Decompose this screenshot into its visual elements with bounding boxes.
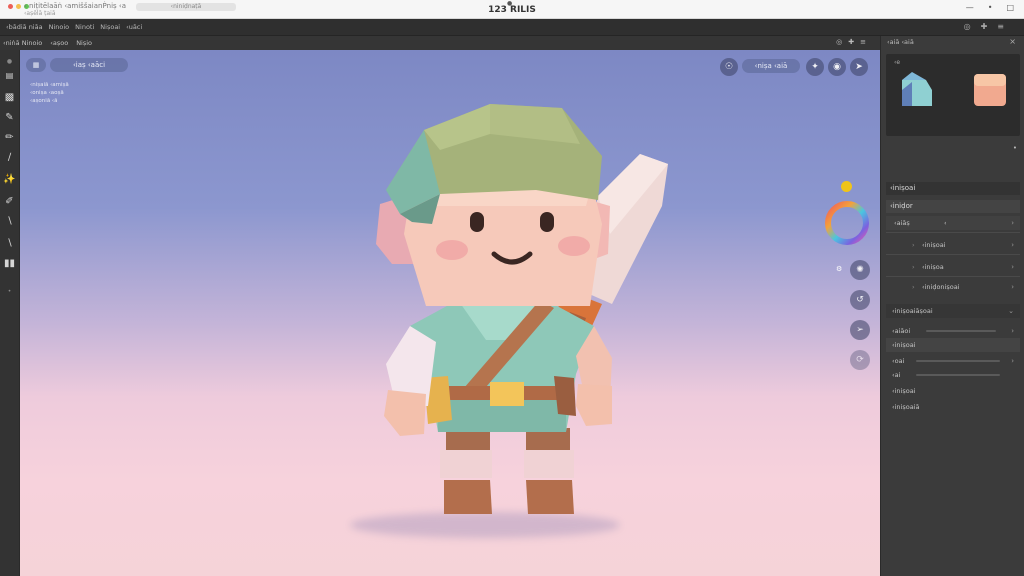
chevron-right-icon: ›	[1011, 357, 1014, 365]
add-icon[interactable]: ✚	[981, 22, 988, 31]
property-slider[interactable]: ‹aiāoi ›	[886, 324, 1020, 338]
close-panel-icon[interactable]: ×	[1009, 37, 1016, 46]
menu-icon[interactable]: ≡	[860, 38, 866, 46]
chevron-right-icon: ›	[1011, 241, 1014, 249]
property-slider[interactable]: ‹oai ›	[886, 354, 1020, 368]
title-bar-right-icons: — • □	[966, 3, 1014, 12]
pan-icon[interactable]: ◉	[828, 58, 846, 76]
property-dropdown[interactable]: ‹iniṣoaiāṣoai ⌄	[886, 304, 1020, 318]
list-item[interactable]: › ‹iniḍoniṣoai ›	[886, 280, 1020, 294]
material-preview[interactable]: ‹e	[886, 54, 1020, 136]
menu-item[interactable]: ‹uāci	[126, 23, 142, 31]
brush-icon[interactable]: ✎	[2, 110, 17, 126]
menu-icon[interactable]: ≡	[997, 22, 1004, 31]
pen-icon[interactable]: ✏	[2, 130, 17, 146]
slider-track[interactable]	[916, 360, 1000, 362]
measure-icon[interactable]: ∖	[2, 236, 17, 252]
minus-icon[interactable]: —	[966, 3, 974, 12]
property-field[interactable]: ‹iniṣoai	[886, 384, 1020, 398]
torso	[410, 300, 594, 432]
preview-settings-icon[interactable]: •	[1013, 144, 1017, 152]
modifiers-section-header[interactable]: ‹iniṣoai	[886, 182, 1020, 195]
view-options-label: ‹niṣa ‹aiā	[754, 62, 788, 70]
expand-arrow-icon: ›	[912, 263, 915, 271]
viewport-info: ‹niṣaiā ‹amiṣā	[30, 82, 69, 88]
chevron-right-icon: ›	[1011, 283, 1014, 291]
divider	[886, 276, 1020, 277]
menu-item[interactable]: Ninoti	[75, 23, 94, 31]
menu-item[interactable]: Niṣoai	[100, 23, 120, 31]
list-item[interactable]: ‹aiāṣ ‹ ›	[886, 216, 1020, 230]
undo-icon[interactable]: ↺	[850, 290, 870, 310]
property-field[interactable]: ‹ai	[886, 368, 1020, 382]
redo-icon[interactable]: ➢	[850, 320, 870, 340]
window-title: 123 RILIS	[488, 5, 536, 15]
chevron-right-icon: ›	[1011, 263, 1014, 271]
target-icon[interactable]: ◎	[964, 22, 971, 31]
view-mode-item[interactable]: ‹niṅā Ninoio	[3, 39, 42, 47]
move-icon[interactable]: ▩	[2, 90, 17, 106]
view-mode-item[interactable]: ‹aṣoo	[50, 39, 68, 47]
menu-bar: ‹bādiā niāa Ninoio Ninoti Niṣoai ‹uāci ◎…	[0, 19, 1024, 36]
property-field[interactable]: ‹iniṣoai	[886, 338, 1020, 352]
pipette-icon[interactable]: ✐	[2, 194, 17, 210]
viewport-info: ‹oniṣa ‹aoṣā	[30, 90, 64, 96]
legs	[440, 428, 574, 514]
shading-mode-button[interactable]: ‹iaṣ ‹aāci	[50, 58, 128, 72]
target-icon[interactable]: ◎	[836, 38, 842, 46]
character-model[interactable]	[340, 94, 680, 534]
orbit-icon[interactable]: ☉	[720, 58, 738, 76]
menu-item[interactable]: Ninoio	[49, 23, 70, 31]
zoom-icon[interactable]: ➤	[850, 58, 868, 76]
blue-material-swatch[interactable]	[896, 70, 936, 110]
knife-icon[interactable]: ∕	[2, 150, 17, 166]
peach-material-swatch[interactable]	[970, 70, 1010, 110]
add-icon[interactable]: ✚	[848, 38, 854, 46]
select-icon[interactable]: ▤	[2, 68, 17, 84]
slider-track[interactable]	[926, 330, 996, 332]
material-section-header[interactable]: ‹iniḍor	[886, 200, 1020, 213]
view-toggle-button[interactable]: ▦	[26, 58, 46, 72]
list-item[interactable]: › ‹iniṣoai ›	[886, 238, 1020, 252]
camera-icon[interactable]: ✦	[806, 58, 824, 76]
list-item[interactable]: › ‹iniṣoa ›	[886, 260, 1020, 274]
chevron-right-icon: ›	[1011, 327, 1014, 335]
current-color-swatch[interactable]	[841, 181, 852, 192]
left-toolbar: ● ▤ ▩ ✎ ✏ ∕ ✨ ✐ ∖ ∖ ▮▮ •	[0, 50, 20, 576]
lasso-icon[interactable]: ✺	[850, 260, 870, 280]
expand-arrow-icon: ›	[912, 241, 915, 249]
chevron-down-icon: ⌄	[1008, 307, 1014, 315]
divider	[886, 254, 1020, 255]
color-wheel[interactable]	[822, 198, 872, 248]
menu-item[interactable]: ‹bādiā niāa	[6, 23, 43, 31]
panel-header: ‹aiā ‹aiā	[887, 38, 914, 46]
window-title-bar: ‹ niṭitēlaāṅ ‹amiššaianṖniṣ ‹a ‹aṣēlā ṭa…	[0, 0, 1024, 19]
settings-icon[interactable]: ⚙	[836, 265, 842, 273]
reset-icon[interactable]: ⟳	[850, 350, 870, 370]
view-options-button[interactable]: ‹niṣa ‹aiā	[742, 59, 800, 73]
viewport-info: ‹aṣoniā ‹ā	[30, 98, 58, 104]
grid-icon: ▦	[32, 61, 40, 69]
more-icon[interactable]: •	[2, 284, 17, 300]
expand-arrow-icon: ›	[912, 283, 915, 291]
view-mode-item[interactable]: Niṣio	[76, 39, 92, 47]
library-icon[interactable]: ▮▮	[2, 256, 17, 272]
shading-mode-label: ‹iaṣ ‹aāci	[72, 61, 106, 69]
3d-viewport[interactable]: ▦ ‹iaṣ ‹aāci ‹niṣaiā ‹amiṣā ‹oniṣa ‹aoṣā…	[20, 50, 880, 576]
right-panel: ‹aiā ‹aiā × ‹e • ‹iniṣoai ‹iniḍor ‹aiāṣ …	[880, 36, 1024, 576]
dot-icon[interactable]: •	[988, 3, 993, 12]
square-icon[interactable]: □	[1006, 3, 1014, 12]
smooth-icon[interactable]: ∖	[2, 214, 17, 230]
grab-icon[interactable]: ✨	[2, 172, 17, 188]
slider-track[interactable]	[916, 374, 1000, 376]
divider	[886, 232, 1020, 233]
property-field[interactable]: ‹iniṣoaiā	[886, 400, 1020, 414]
chevron-down-icon: ›	[1011, 219, 1014, 227]
viewport-header: ‹niṅā Ninoio ‹aṣoo Niṣio ◎ ✚ ≡	[0, 36, 880, 50]
preview-label: ‹e	[894, 59, 901, 66]
